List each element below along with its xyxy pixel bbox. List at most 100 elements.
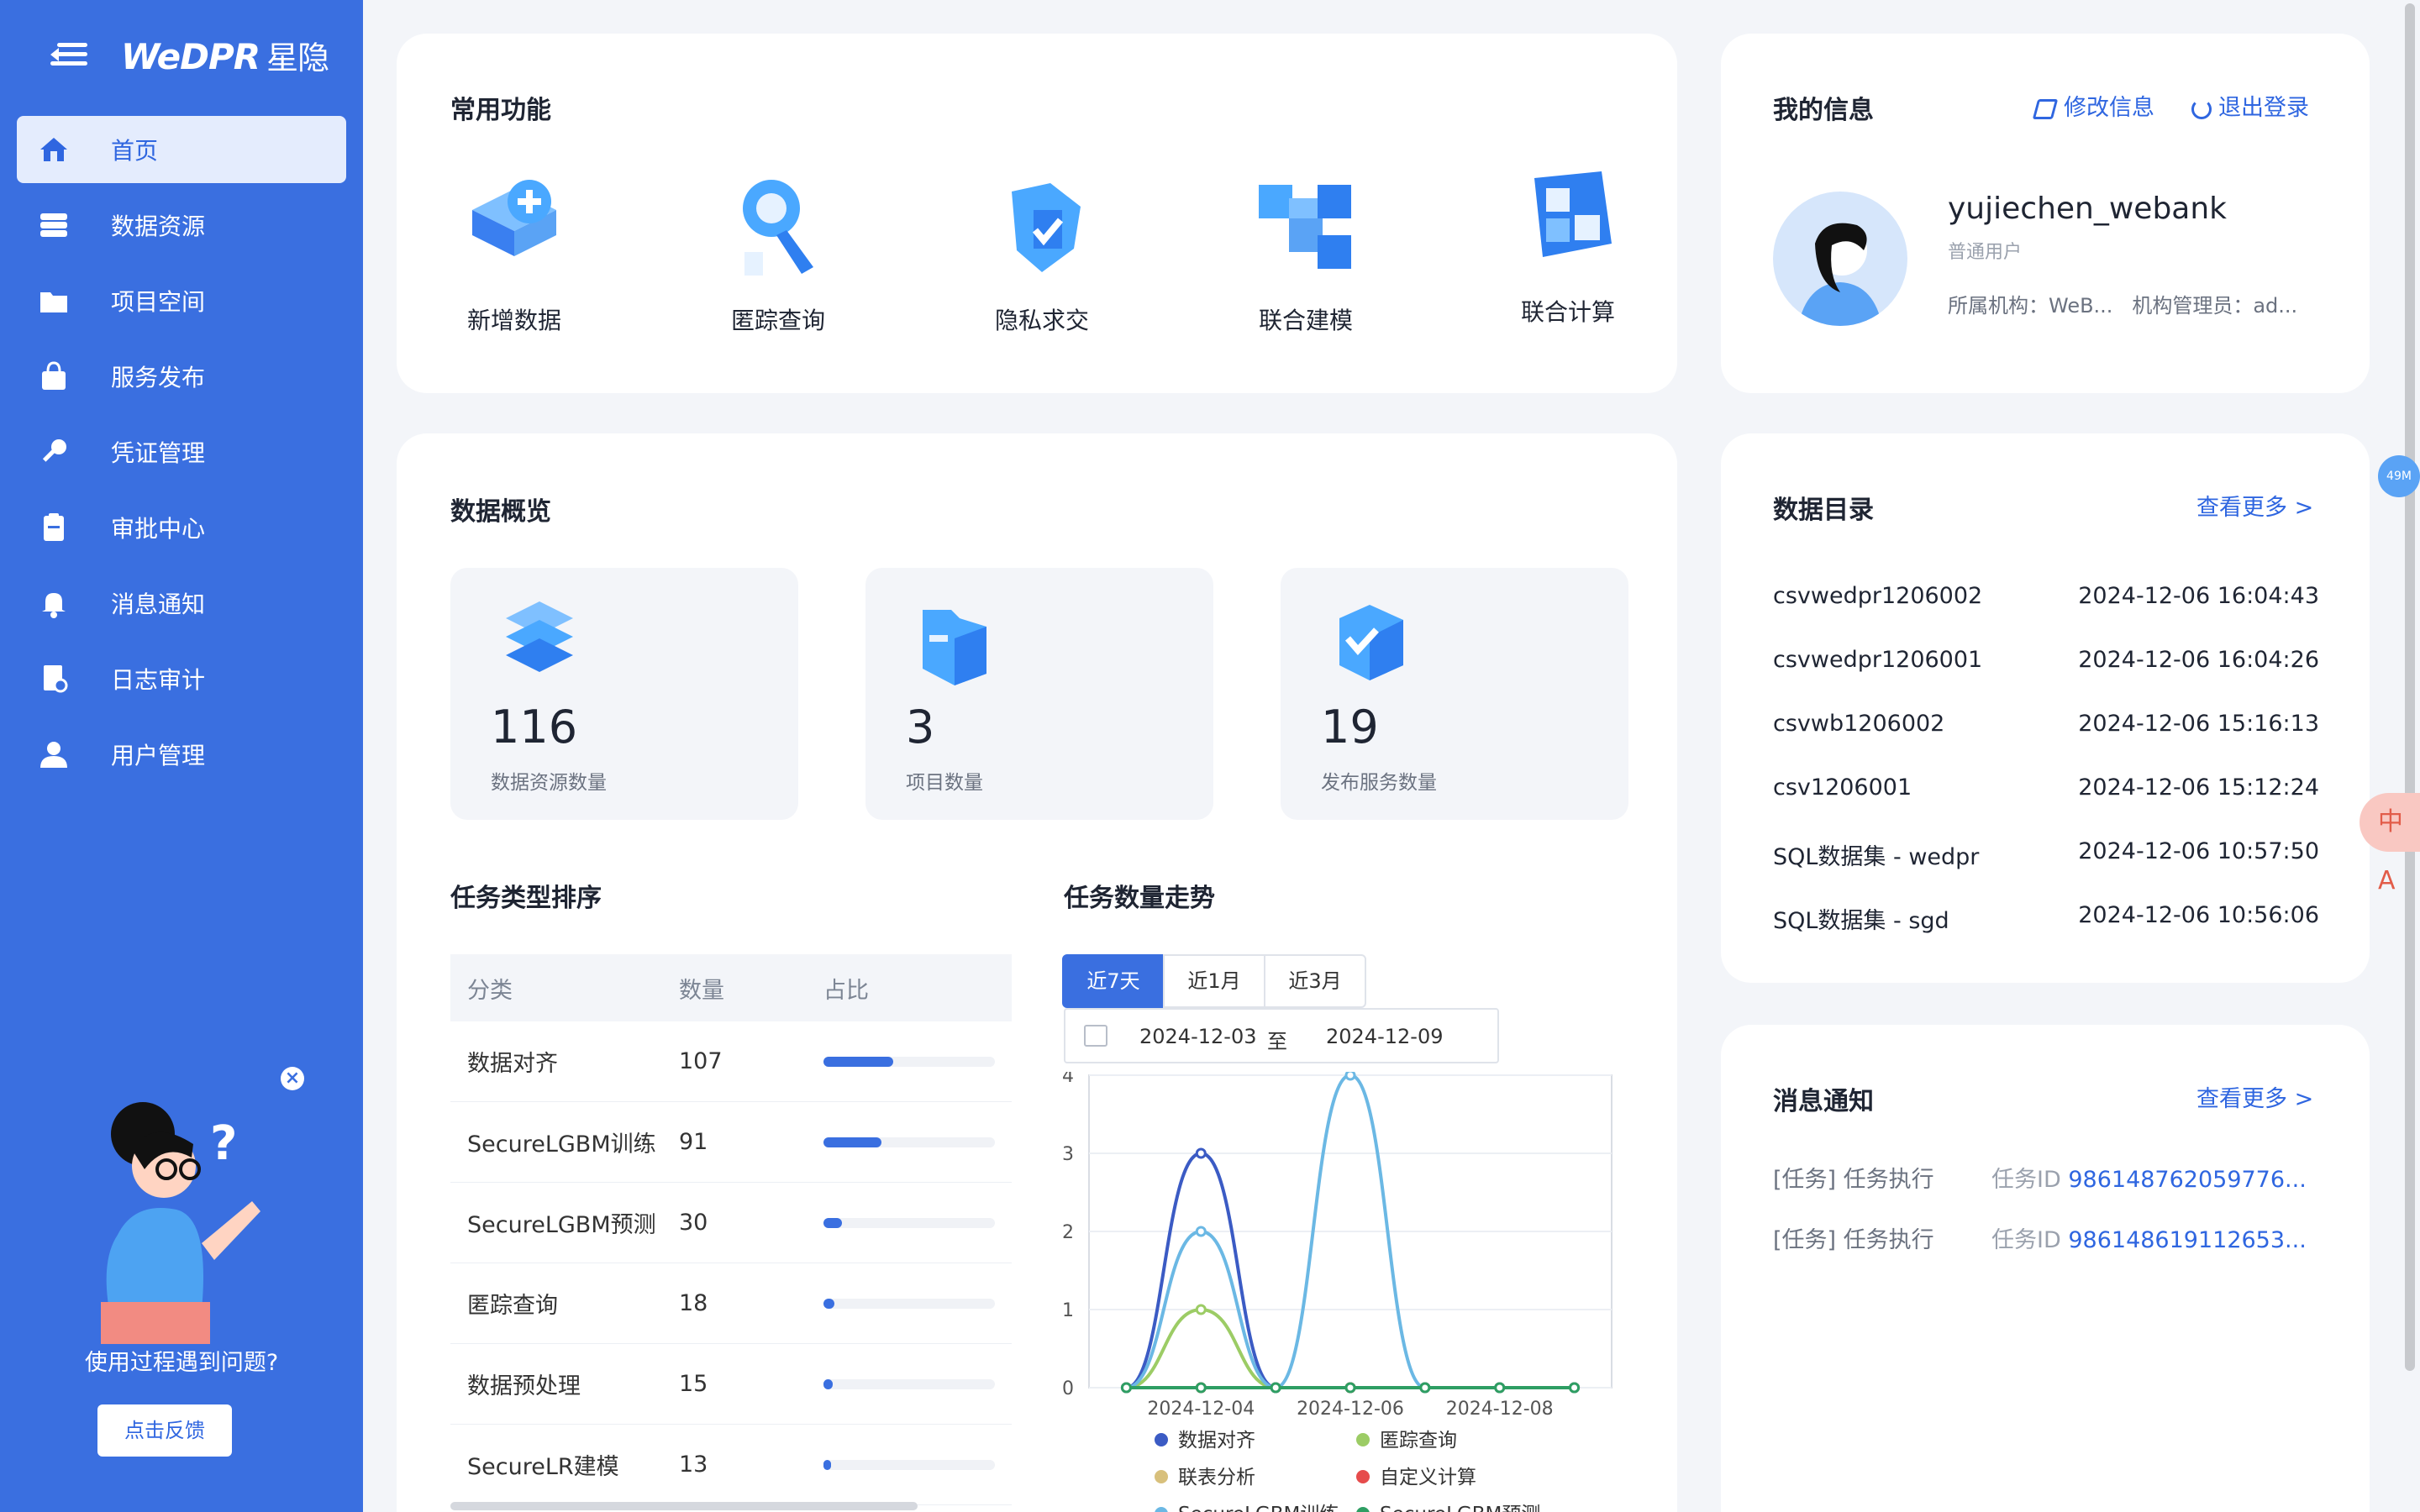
svg-text:?: ?	[210, 1116, 237, 1171]
power-icon	[2191, 98, 2212, 119]
log-icon	[37, 662, 71, 696]
message-id[interactable]: 986148762059776...	[2068, 1167, 2306, 1193]
sidebar-item-8[interactable]: 日志审计	[17, 645, 346, 712]
translate-icon[interactable]: 中A	[2360, 793, 2420, 895]
end-date[interactable]: 2024-12-09	[1326, 1025, 1443, 1048]
data-point	[1195, 1304, 1207, 1315]
sidebar-item-label: 用户管理	[111, 742, 206, 769]
table-row: SecureLGBM训练 91	[450, 1102, 1012, 1183]
message-id[interactable]: 986148619112653...	[2068, 1227, 2306, 1253]
common-item-4[interactable]: 联合建模	[1230, 168, 1381, 336]
bag-icon	[37, 360, 71, 393]
catalog-time: 2024-12-06 15:16:13	[2078, 711, 2319, 737]
sidebar-item-5[interactable]: 凭证管理	[17, 418, 346, 486]
logout-link[interactable]: 退出登录	[2191, 89, 2309, 122]
header-ratio: 占比	[823, 977, 869, 1004]
privacy-shield-icon	[983, 168, 1101, 286]
message-id-label: 任务ID	[1991, 1227, 2061, 1253]
table-row: 匿踪查询 18	[450, 1263, 1012, 1344]
data-catalog-card: 数据目录 查看更多 > csvwedpr1206002 2024-12-06 16…	[1721, 433, 2370, 983]
message-row[interactable]: [任务] 任务执行 任务ID 986148762059776...	[1773, 1161, 2344, 1194]
data-point	[1195, 1147, 1207, 1159]
messages-more-link[interactable]: 查看更多 >	[2196, 1080, 2313, 1113]
edit-info-link[interactable]: 修改信息	[2032, 89, 2154, 122]
ratio-fill	[823, 1378, 833, 1389]
sidebar-item-label: 数据资源	[111, 213, 206, 240]
data-point	[1270, 1382, 1281, 1394]
catalog-name: csvwedpr1206001	[1773, 647, 1983, 673]
data-point	[1195, 1382, 1207, 1394]
y-tick-label: 2	[1062, 1222, 1074, 1243]
x-tick-label: 2024-12-04	[1147, 1399, 1255, 1420]
stat-label: 数据资源数量	[491, 772, 607, 794]
catalog-time: 2024-12-06 16:04:43	[2078, 583, 2319, 609]
y-tick-label: 1	[1062, 1300, 1074, 1321]
sidebar-item-label: 审批中心	[111, 515, 206, 543]
logo: WeDPR 星隐	[121, 35, 329, 77]
common-item-label: 联合计算	[1520, 298, 1615, 326]
stat-card-1[interactable]: 116 数据资源数量	[450, 568, 798, 820]
sidebar-item-label: 首页	[111, 137, 159, 165]
sidebar: WeDPR 星隐 首页数据资源项目空间服务发布凭证管理审批中心消息通知日志审计用户…	[0, 0, 363, 1512]
stat-label: 发布服务数量	[1321, 772, 1437, 794]
ratio-bar	[823, 1378, 995, 1389]
legend-label: 匿踪查询	[1380, 1430, 1457, 1452]
ranking-title: 任务类型排序	[450, 884, 602, 913]
message-row[interactable]: [任务] 任务执行 任务ID 986148619112653...	[1773, 1221, 2344, 1254]
sidebar-item-4[interactable]: 服务发布	[17, 343, 346, 410]
stat-card-3[interactable]: 19 发布服务数量	[1281, 568, 1628, 820]
data-overview-card: 数据概览 116 数据资源数量 3 项目数量 19 发布服务数量 任务类型排序 分类 数量…	[397, 433, 1677, 1512]
table-scrollbar[interactable]	[450, 1502, 918, 1510]
calendar-icon	[1084, 1025, 1107, 1047]
stat-icon	[1328, 593, 1412, 685]
date-range-picker[interactable]: 2024-12-03 至 2024-12-09	[1064, 1008, 1499, 1063]
legend-swatch	[1356, 1470, 1370, 1483]
common-item-2[interactable]: 匿踪查询	[702, 168, 854, 336]
close-icon[interactable]: ×	[281, 1067, 304, 1090]
common-item-1[interactable]: 新增数据	[439, 168, 590, 336]
data-point	[1120, 1382, 1132, 1394]
page-scrollbar[interactable]	[2405, 3, 2415, 1371]
common-item-label: 新增数据	[466, 307, 561, 334]
x-tick-label: 2024-12-08	[1446, 1399, 1554, 1420]
memory-badge[interactable]: 49M	[2378, 455, 2420, 497]
sidebar-item-3[interactable]: 项目空间	[17, 267, 346, 334]
sidebar-item-1[interactable]: 首页	[17, 116, 346, 183]
sidebar-item-7[interactable]: 消息通知	[17, 570, 346, 637]
table-row: 数据预处理 15	[450, 1344, 1012, 1425]
menu-toggle-icon[interactable]	[50, 39, 87, 70]
ratio-bar	[823, 1137, 995, 1147]
tab-3months[interactable]: 近3月	[1264, 954, 1366, 1008]
stat-card-2[interactable]: 3 项目数量	[865, 568, 1213, 820]
sidebar-item-2[interactable]: 数据资源	[17, 192, 346, 259]
stat-value: 3	[906, 701, 935, 753]
legend-swatch	[1155, 1470, 1168, 1483]
user-org: 所属机构：WeB... 机构管理员：ad...	[1948, 294, 2298, 318]
date-separator: 至	[1267, 1030, 1287, 1053]
add-data-icon	[455, 168, 573, 286]
messages-card: 消息通知 查看更多 > [任务] 任务执行 任务ID 98614876205977…	[1721, 1025, 2370, 1512]
row-category: SecureLGBM预测	[467, 1212, 656, 1238]
catalog-time: 2024-12-06 15:12:24	[2078, 774, 2319, 801]
sidebar-item-6[interactable]: 审批中心	[17, 494, 346, 561]
sidebar-menu: 首页数据资源项目空间服务发布凭证管理审批中心消息通知日志审计用户管理	[17, 116, 346, 796]
sidebar-item-9[interactable]: 用户管理	[17, 721, 346, 788]
ratio-fill	[823, 1137, 881, 1147]
ranking-table: 分类 数量 占比 数据对齐 107 SecureLGBM训练 91 SecureLGBM…	[450, 954, 1012, 1505]
row-count: 18	[679, 1290, 708, 1316]
tab-1month[interactable]: 近1月	[1163, 954, 1265, 1008]
ratio-bar	[823, 1056, 995, 1067]
common-item-5[interactable]: 联合计算	[1492, 160, 1644, 328]
user-icon	[37, 738, 71, 771]
row-category: 匿踪查询	[467, 1293, 558, 1319]
tab-7days[interactable]: 近7天	[1062, 954, 1165, 1008]
row-category: SecureLGBM训练	[467, 1131, 656, 1158]
feedback-button[interactable]: 点击反馈	[97, 1404, 232, 1457]
bell-icon	[37, 586, 71, 620]
stat-value: 19	[1321, 701, 1379, 753]
common-item-3[interactable]: 隐私求交	[966, 168, 1118, 336]
start-date[interactable]: 2024-12-03	[1139, 1025, 1256, 1048]
catalog-more-link[interactable]: 查看更多 >	[2196, 489, 2313, 522]
messages-title: 消息通知	[1773, 1087, 1874, 1116]
sidebar-item-label: 项目空间	[111, 288, 206, 316]
